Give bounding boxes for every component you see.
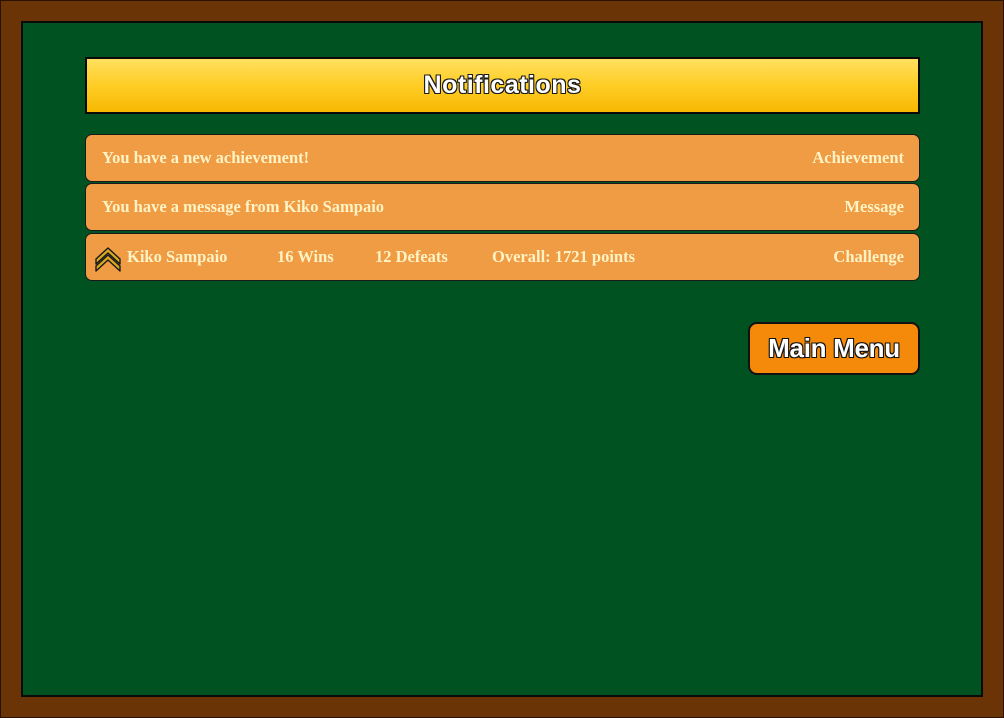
notifications-header: Notifications [85, 57, 920, 114]
notification-message: You have a message from Kiko Sampaio [102, 197, 385, 216]
notification-achievement[interactable]: You have a new achievement! Achievement [85, 134, 920, 182]
notification-type: Achievement [812, 148, 904, 167]
challenger-defeats: 12 Defeats [375, 247, 448, 266]
notification-type: Message [844, 197, 904, 216]
page-title: Notifications [423, 71, 582, 99]
notification-type: Challenge [833, 247, 904, 266]
main-menu-button[interactable]: Main Menu [748, 322, 920, 375]
challenger-name: Kiko Sampaio [127, 247, 228, 266]
challenger-overall-points: Overall: 1721 points [492, 247, 635, 266]
notification-message-row[interactable]: You have a message from Kiko Sampaio Mes… [85, 183, 920, 231]
notification-message: You have a new achievement! [102, 148, 310, 167]
sergeant-chevron-icon [95, 247, 121, 272]
notification-challenge[interactable]: Kiko Sampaio 16 Wins 12 Defeats Overall:… [85, 233, 920, 281]
challenger-wins: 16 Wins [277, 247, 334, 266]
main-menu-label: Main Menu [768, 333, 900, 363]
